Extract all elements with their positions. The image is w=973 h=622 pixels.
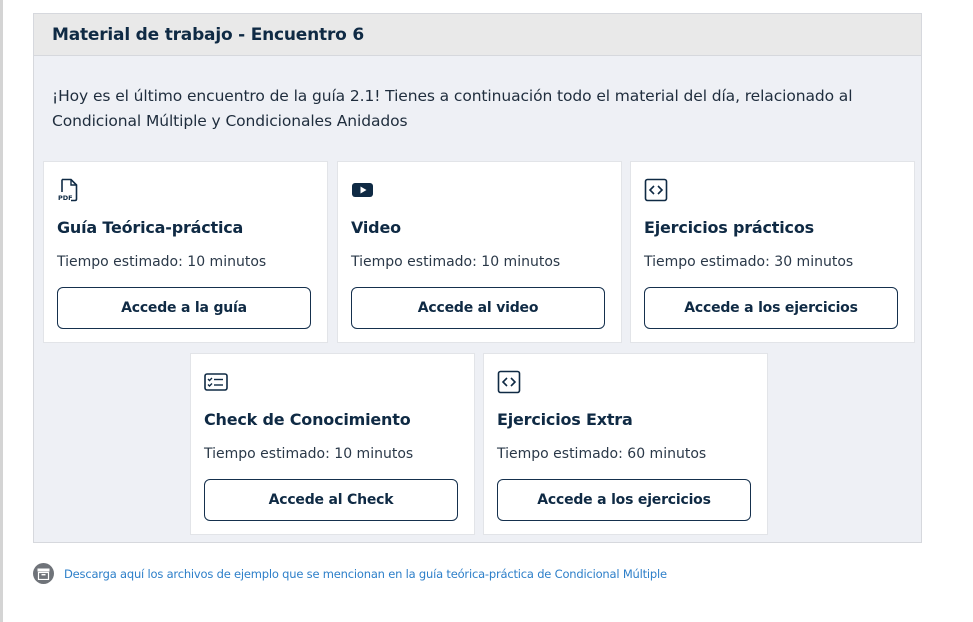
material-panel: Material de trabajo - Encuentro 6 ¡Hoy e… [33, 13, 922, 543]
card-title: Ejercicios prácticos [644, 218, 814, 237]
card-title: Check de Conocimiento [204, 410, 411, 429]
access-guide-button[interactable]: Accede a la guía [57, 287, 311, 329]
code-icon [497, 370, 521, 394]
panel-title: Material de trabajo - Encuentro 6 [52, 24, 364, 45]
card-time: Tiempo estimado: 10 minutos [57, 254, 267, 270]
card-title: Guía Teórica-práctica [57, 218, 244, 237]
svg-text:PDF: PDF [58, 194, 73, 202]
card-ejercicios-practicos: Ejercicios prácticos Tiempo estimado: 30… [630, 161, 915, 343]
card-guia: PDF Guía Teórica-práctica Tiempo estimad… [43, 161, 328, 343]
code-icon [644, 178, 668, 202]
access-extra-exercises-button[interactable]: Accede a los ejercicios [497, 479, 751, 521]
card-video: Video Tiempo estimado: 10 minutos Accede… [337, 161, 622, 343]
card-title: Ejercicios Extra [497, 410, 633, 429]
download-examples-link[interactable]: Descarga aquí los archivos de ejemplo qu… [64, 567, 667, 581]
intro-text: ¡Hoy es el último encuentro de la guía 2… [52, 87, 853, 130]
video-play-icon [351, 178, 375, 202]
download-row: Descarga aquí los archivos de ejemplo qu… [33, 563, 667, 584]
card-check: Check de Conocimiento Tiempo estimado: 1… [190, 353, 475, 535]
card-time: Tiempo estimado: 30 minutos [644, 254, 854, 270]
panel-header: Material de trabajo - Encuentro 6 [34, 14, 921, 56]
card-time: Tiempo estimado: 60 minutos [497, 446, 707, 462]
access-video-button[interactable]: Accede al video [351, 287, 605, 329]
card-ejercicios-extra: Ejercicios Extra Tiempo estimado: 60 min… [483, 353, 768, 535]
pdf-icon: PDF [57, 178, 81, 202]
checklist-icon [204, 370, 228, 394]
card-title: Video [351, 218, 401, 237]
access-exercises-button[interactable]: Accede a los ejercicios [644, 287, 898, 329]
card-time: Tiempo estimado: 10 minutos [204, 446, 414, 462]
left-border [0, 0, 3, 622]
card-time: Tiempo estimado: 10 minutos [351, 254, 561, 270]
access-check-button[interactable]: Accede al Check [204, 479, 458, 521]
archive-icon [33, 563, 54, 584]
